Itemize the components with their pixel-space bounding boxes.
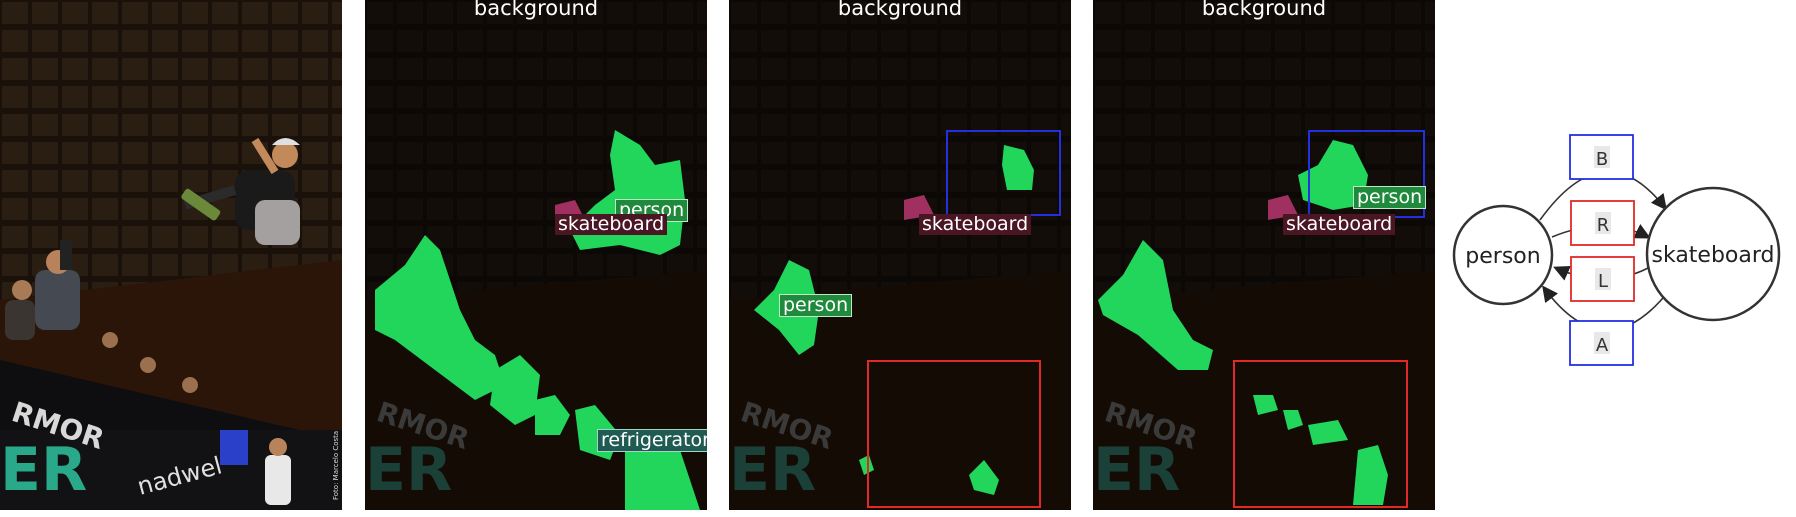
object-bbox	[1233, 360, 1408, 508]
subject-bbox	[946, 130, 1061, 216]
node-skateboard: skateboard	[1645, 186, 1781, 322]
object-bbox	[867, 360, 1041, 508]
photo-credit: Foto: Marcelo Costa	[332, 430, 340, 500]
person-tag: person	[1353, 186, 1427, 209]
node-person-label: person	[1465, 244, 1540, 269]
refrigerator-tag: refrigerator	[597, 429, 707, 452]
node-skateboard-label: skateboard	[1652, 243, 1775, 268]
segmentation-panel-relation-2: RMOR ER background person skateboard	[1093, 0, 1435, 510]
segmentation-panel-relation-1: RMOR ER background person skateboard	[729, 0, 1071, 510]
edge-label-l: L	[1570, 256, 1635, 302]
skateboard-tag: skateboard	[919, 214, 1032, 235]
original-photo-scene: RMOR ER nadwel	[0, 0, 342, 510]
node-person: person	[1452, 204, 1554, 306]
background-label: background	[837, 0, 963, 20]
svg-text:A: A	[1596, 335, 1609, 356]
svg-text:B: B	[1596, 149, 1608, 170]
svg-text:ER: ER	[1093, 435, 1180, 505]
skateboard-tag: skateboard	[555, 214, 668, 235]
relation-graph: person skateboard B R L A	[1452, 134, 1781, 366]
segmentation-panel-all: RMOR ER background person skateboard ref…	[365, 0, 707, 510]
skateboard-tag: skateboard	[1283, 214, 1396, 235]
background-label: background	[1201, 0, 1327, 20]
svg-text:ER: ER	[729, 435, 816, 505]
edge-label-a: A	[1569, 320, 1634, 366]
person-tag: person	[779, 294, 853, 317]
background-label: background	[473, 0, 599, 20]
svg-text:R: R	[1597, 215, 1610, 236]
edge-label-b: B	[1569, 134, 1634, 180]
svg-text:L: L	[1598, 271, 1608, 292]
original-photo-panel: RMOR ER nadwel Foto: Marcelo Costa	[0, 0, 342, 510]
svg-text:ER: ER	[0, 435, 87, 505]
svg-text:ER: ER	[365, 435, 452, 505]
edge-label-r: R	[1570, 200, 1635, 246]
